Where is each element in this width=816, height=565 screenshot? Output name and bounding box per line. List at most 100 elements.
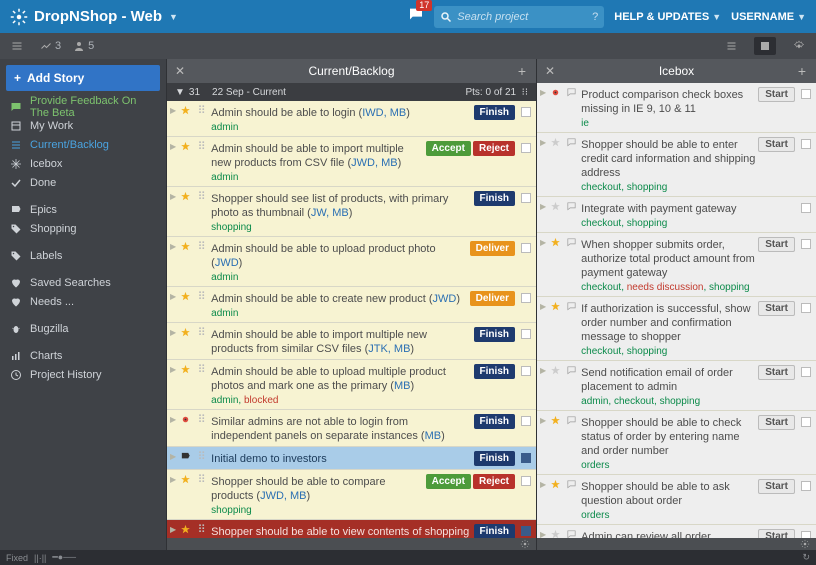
story-row[interactable]: ▶⠿Similar admins are not able to login f… — [167, 410, 536, 447]
select-checkbox[interactable] — [521, 476, 531, 486]
sidebar-item[interactable]: Done — [6, 173, 160, 192]
story-row[interactable]: ▶⠿Admin should be able to create new pro… — [167, 287, 536, 323]
add-icon[interactable]: + — [798, 63, 806, 79]
expand-icon[interactable]: ▶ — [170, 242, 176, 251]
sidebar-item[interactable]: Labels — [6, 246, 160, 265]
select-checkbox[interactable] — [801, 203, 811, 213]
add-story-button[interactable]: + Add Story — [6, 65, 160, 91]
fixed-label[interactable]: Fixed — [6, 553, 28, 563]
expand-icon[interactable]: ▶ — [170, 525, 176, 534]
story-row[interactable]: ▶⠿Shopper should be able to compare prod… — [167, 470, 536, 520]
story-row[interactable]: ▶⠿Admin should be able to login (IWD, MB… — [167, 101, 536, 137]
expand-icon[interactable]: ▶ — [540, 88, 546, 97]
story-row[interactable]: ▶Shopper should be able to ask question … — [537, 475, 816, 525]
expand-icon[interactable]: ▶ — [170, 106, 176, 115]
start-button[interactable]: Start — [758, 137, 795, 152]
expand-icon[interactable]: ▶ — [540, 366, 546, 375]
drag-icon[interactable]: ⠿ — [195, 140, 208, 153]
story-row[interactable]: ▶Send notification email of order placem… — [537, 361, 816, 411]
sidebar-item[interactable]: Shopping — [6, 219, 160, 238]
chevron-down-icon[interactable]: ▼ — [169, 12, 178, 22]
story-row[interactable]: ▶⠿Admin should be able to upload multipl… — [167, 360, 536, 410]
start-button[interactable]: Start — [758, 479, 795, 494]
finish-button[interactable]: Finish — [474, 327, 515, 342]
start-button[interactable]: Start — [758, 365, 795, 380]
start-button[interactable]: Start — [758, 237, 795, 252]
drag-icon[interactable]: ⠿ — [195, 190, 208, 203]
story-row[interactable]: ▶⠿Shopper should be able to view content… — [167, 520, 536, 538]
reject-button[interactable]: Reject — [473, 141, 515, 156]
start-button[interactable]: Start — [758, 415, 795, 430]
sidebar-item[interactable]: Bugzilla — [6, 319, 160, 338]
select-checkbox[interactable] — [521, 329, 531, 339]
story-row[interactable]: ▶Admin can review all order questions an… — [537, 525, 816, 538]
story-row[interactable]: ▶Product comparison check boxes missing … — [537, 83, 816, 133]
select-checkbox[interactable] — [521, 416, 531, 426]
expand-icon[interactable]: ▶ — [540, 530, 546, 538]
gear-icon[interactable] — [800, 539, 810, 549]
finish-button[interactable]: Finish — [474, 191, 515, 206]
select-checkbox[interactable] — [521, 293, 531, 303]
sidebar-item[interactable]: Needs ... — [6, 292, 160, 311]
story-row[interactable]: ▶Shopper should be able to check status … — [537, 411, 816, 475]
accept-button[interactable]: Accept — [426, 141, 471, 156]
expand-icon[interactable]: ▶ — [170, 142, 176, 151]
sidebar-item[interactable]: Current/Backlog — [6, 135, 160, 154]
username-link[interactable]: USERNAME▼ — [731, 11, 806, 23]
expand-icon[interactable]: ▶ — [540, 480, 546, 489]
reject-button[interactable]: Reject — [473, 474, 515, 489]
start-button[interactable]: Start — [758, 87, 795, 102]
members-stat[interactable]: 5 — [73, 40, 94, 52]
footer-track-icon[interactable]: ||·|| — [34, 553, 46, 563]
notification-icon[interactable]: 17 — [408, 6, 424, 27]
story-row[interactable]: ▶When shopper submits order, authorize t… — [537, 233, 816, 297]
footer-slider[interactable]: ━●── — [52, 552, 76, 563]
expand-icon[interactable]: ▶ — [540, 302, 546, 311]
story-row[interactable]: ▶Shopper should be able to enter credit … — [537, 133, 816, 197]
iteration-header[interactable]: ▼ 31 22 Sep - Current Pts: 0 of 21 ⁝⁝ — [167, 83, 536, 101]
drag-icon[interactable]: ⠿ — [195, 240, 208, 253]
story-row[interactable]: ▶⠿Admin should be able to upload product… — [167, 237, 536, 287]
finish-button[interactable]: Finish — [474, 414, 515, 429]
view-panel-icon[interactable] — [754, 37, 776, 55]
select-checkbox[interactable] — [801, 531, 811, 538]
start-button[interactable]: Start — [758, 529, 795, 538]
sidebar-item[interactable]: Provide Feedback On The Beta — [6, 97, 160, 116]
app-title[interactable]: DropNShop - Web — [34, 8, 162, 25]
select-checkbox[interactable] — [801, 303, 811, 313]
drag-icon[interactable]: ⠿ — [195, 450, 208, 463]
start-button[interactable]: Start — [758, 301, 795, 316]
expand-icon[interactable]: ▶ — [170, 292, 176, 301]
select-checkbox[interactable] — [801, 367, 811, 377]
search-help-icon[interactable]: ? — [592, 11, 598, 23]
search-input[interactable]: Search project ? — [434, 6, 604, 28]
select-checkbox[interactable] — [801, 139, 811, 149]
deliver-button[interactable]: Deliver — [470, 241, 515, 256]
close-icon[interactable]: ✕ — [175, 64, 185, 78]
story-row[interactable]: ▶Integrate with payment gatewaycheckout,… — [537, 197, 816, 233]
story-row[interactable]: ▶⠿Initial demo to investorsFinish — [167, 447, 536, 470]
drag-icon[interactable]: ⠿ — [195, 523, 208, 536]
velocity-stat[interactable]: 3 — [40, 40, 61, 52]
gear-icon[interactable] — [520, 539, 530, 549]
sidebar-item[interactable]: My Work — [6, 116, 160, 135]
sidebar-item[interactable]: Icebox — [6, 154, 160, 173]
finish-button[interactable]: Finish — [474, 364, 515, 379]
close-icon[interactable]: ✕ — [545, 64, 555, 78]
story-row[interactable]: ▶⠿Admin should be able to import multipl… — [167, 323, 536, 360]
add-icon[interactable]: + — [518, 63, 526, 79]
expand-icon[interactable]: ▶ — [170, 328, 176, 337]
finish-button[interactable]: Finish — [474, 524, 515, 538]
expand-icon[interactable]: ▶ — [170, 192, 176, 201]
select-checkbox[interactable] — [801, 481, 811, 491]
select-checkbox[interactable] — [521, 526, 531, 536]
sidebar-item[interactable]: Charts — [6, 346, 160, 365]
select-checkbox[interactable] — [801, 89, 811, 99]
select-checkbox[interactable] — [521, 366, 531, 376]
finish-button[interactable]: Finish — [474, 105, 515, 120]
accept-button[interactable]: Accept — [426, 474, 471, 489]
menu-icon[interactable] — [6, 37, 28, 55]
deliver-button[interactable]: Deliver — [470, 291, 515, 306]
select-checkbox[interactable] — [521, 143, 531, 153]
refresh-icon[interactable]: ↻ — [802, 552, 810, 563]
